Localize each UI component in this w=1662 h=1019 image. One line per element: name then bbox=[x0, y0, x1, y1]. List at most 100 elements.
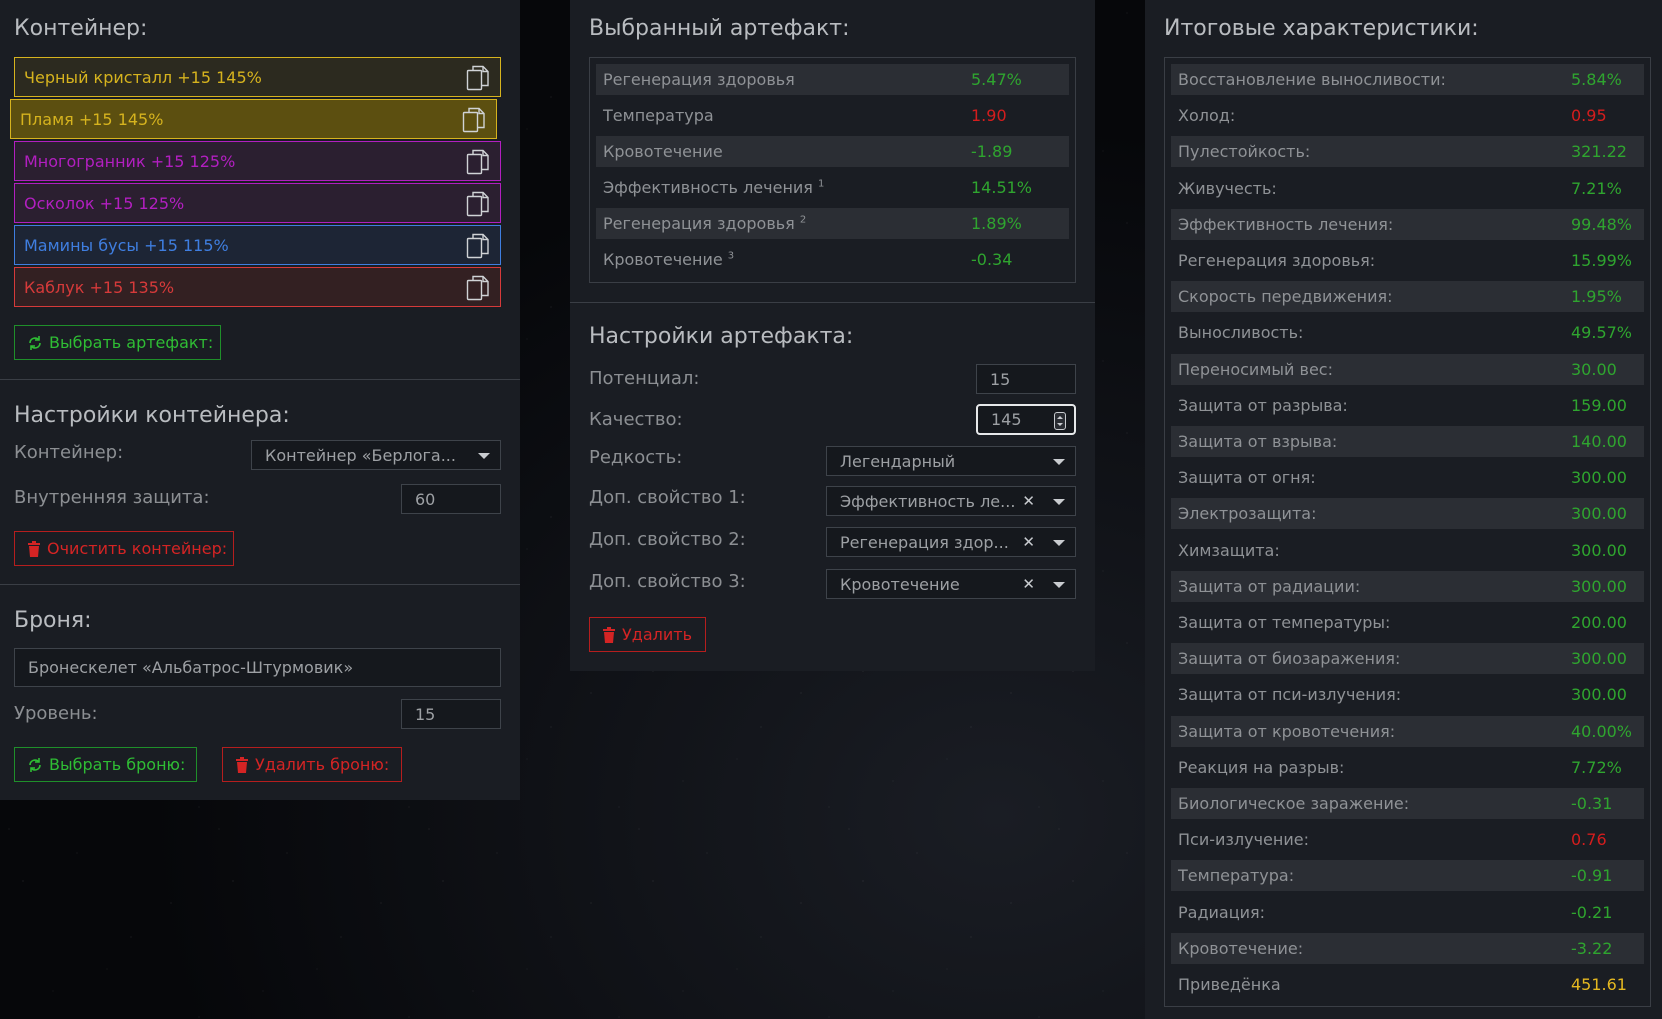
potential-input[interactable]: 15 bbox=[976, 364, 1076, 394]
stat-row: Регенерация здоровья 5.47% bbox=[596, 64, 1069, 95]
total-stat-value: 5.84% bbox=[1571, 70, 1622, 89]
stat-name: Кровотечение 3 bbox=[603, 250, 735, 269]
artifact-item[interactable]: Мамины бусы +15 115% bbox=[14, 225, 501, 265]
armor-title: Броня: bbox=[14, 608, 92, 633]
clear-container-button[interactable]: Очистить контейнер: bbox=[14, 531, 234, 566]
artifact-item[interactable]: Многогранник +15 125% bbox=[14, 141, 501, 181]
total-stat-name: Защита от пси-излучения: bbox=[1178, 685, 1402, 705]
total-stat-value: 0.95 bbox=[1571, 106, 1607, 126]
total-stat-value: 99.48% bbox=[1571, 214, 1633, 234]
armor-input[interactable]: Бронескелет «Альбатрос-Штурмовик» bbox=[14, 648, 501, 687]
prop3-select[interactable]: Кровотечение ✕ bbox=[826, 569, 1076, 599]
inner-protection-input[interactable]: 60 bbox=[401, 484, 501, 514]
clear-icon[interactable]: ✕ bbox=[1022, 533, 1035, 551]
artifact-item-label: Мамины бусы +15 115% bbox=[24, 235, 229, 255]
delete-armor-button[interactable]: Удалить броню: bbox=[222, 747, 402, 782]
copy-icon[interactable] bbox=[466, 191, 490, 217]
artifact-item-label: Черный кристалл +15 145% bbox=[24, 67, 262, 87]
container-select[interactable]: Контейнер «Берлога... bbox=[251, 440, 501, 470]
total-stat-name: Защита от кровотечения: bbox=[1178, 721, 1396, 741]
prop2-select[interactable]: Регенерация здор... ✕ bbox=[826, 527, 1076, 557]
container-label: Контейнер: bbox=[14, 442, 124, 463]
select-armor-label: Выбрать броню: bbox=[49, 755, 186, 774]
total-stat-name: Защита от огня: bbox=[1178, 468, 1316, 488]
prop1-label: Доп. свойство 1: bbox=[589, 487, 746, 508]
total-stat-row: Пси-излучение: 0.76 bbox=[1171, 824, 1644, 855]
total-stat-name: Выносливость: bbox=[1178, 323, 1304, 343]
total-stat-value: 300.00 bbox=[1571, 540, 1627, 560]
clear-icon[interactable]: ✕ bbox=[1022, 492, 1035, 510]
total-stat-row: Защита от кровотечения: 40.00% bbox=[1171, 715, 1644, 747]
total-stat-row: Холод: 0.95 bbox=[1171, 100, 1644, 131]
artifact-item[interactable]: Черный кристалл +15 145% bbox=[14, 57, 501, 97]
total-stat-value: 300.00 bbox=[1571, 576, 1627, 596]
artifact-item-label: Пламя +15 145% bbox=[20, 109, 164, 129]
stat-name: Регенерация здоровья 2 bbox=[603, 214, 807, 233]
stat-value: 1.90 bbox=[971, 106, 1007, 125]
total-stat-row: Эффективность лечения: 99.48% bbox=[1171, 208, 1644, 240]
copy-icon[interactable] bbox=[462, 107, 486, 133]
armor-level-input[interactable]: 15 bbox=[401, 699, 501, 729]
chevron-down-icon bbox=[478, 453, 490, 459]
artifact-item-label: Осколок +15 125% bbox=[24, 193, 185, 213]
quality-input[interactable]: 145 bbox=[976, 404, 1076, 435]
total-stat-row: Выносливость: 49.57% bbox=[1171, 317, 1644, 348]
total-stat-row: Защита от температуры: 200.00 bbox=[1171, 607, 1644, 638]
total-stat-row: Приведёнка 451.61 bbox=[1171, 969, 1644, 1000]
prop1-select[interactable]: Эффективность ле... ✕ bbox=[826, 486, 1076, 516]
prop3-label: Доп. свойство 3: bbox=[589, 571, 746, 592]
clear-icon[interactable]: ✕ bbox=[1022, 575, 1035, 593]
total-stat-value: 200.00 bbox=[1571, 613, 1627, 632]
total-stat-name: Пулестойкость: bbox=[1178, 142, 1311, 162]
total-stat-name: Химзащита: bbox=[1178, 540, 1280, 560]
spinner-icon[interactable] bbox=[1054, 412, 1066, 430]
artifact-item[interactable]: Пламя +15 145% bbox=[10, 99, 497, 139]
total-stat-name: Защита от взрыва: bbox=[1178, 432, 1338, 451]
copy-icon[interactable] bbox=[466, 149, 490, 175]
total-stat-name: Регенерация здоровья: bbox=[1178, 251, 1376, 270]
copy-icon[interactable] bbox=[466, 233, 490, 259]
total-stat-row: Переносимый вес: 30.00 bbox=[1171, 353, 1644, 385]
copy-icon[interactable] bbox=[466, 65, 490, 91]
container-title: Контейнер: bbox=[14, 16, 148, 41]
stat-sup: 3 bbox=[727, 250, 735, 262]
prop2-label: Доп. свойство 2: bbox=[589, 529, 746, 550]
prop2-select-value: Регенерация здор... bbox=[840, 532, 1009, 552]
delete-artifact-button[interactable]: Удалить bbox=[589, 617, 706, 652]
total-stat-value: 7.72% bbox=[1571, 757, 1622, 777]
stat-row: Кровотечение 3 -0.34 bbox=[596, 244, 1069, 275]
total-stat-value: -0.91 bbox=[1571, 866, 1613, 886]
total-stat-row: Живучесть: 7.21% bbox=[1171, 173, 1644, 204]
stat-sup: 1 bbox=[818, 178, 825, 190]
artifact-item[interactable]: Осколок +15 125% bbox=[14, 183, 501, 223]
delete-artifact-label: Удалить bbox=[622, 625, 692, 644]
total-stat-row: Регенерация здоровья: 15.99% bbox=[1171, 245, 1644, 276]
total-stat-row: Реакция на разрыв: 7.72% bbox=[1171, 752, 1644, 783]
total-stat-row: Защита от разрыва: 159.00 bbox=[1171, 390, 1644, 421]
rarity-select[interactable]: Легендарный bbox=[826, 446, 1076, 476]
artifact-item[interactable]: Каблук +15 135% bbox=[14, 267, 501, 307]
total-stat-row: Восстановление выносливости: 5.84% bbox=[1171, 64, 1644, 95]
select-armor-button[interactable]: Выбрать броню: bbox=[14, 747, 197, 782]
copy-icon[interactable] bbox=[466, 275, 490, 301]
total-stat-name: Защита от температуры: bbox=[1178, 613, 1391, 632]
total-stat-name: Биологическое заражение: bbox=[1178, 794, 1410, 813]
total-stat-name: Восстановление выносливости: bbox=[1178, 70, 1446, 89]
stat-sup: 2 bbox=[799, 214, 807, 226]
stat-row: Кровотечение -1.89 bbox=[596, 136, 1069, 167]
total-stat-value: 30.00 bbox=[1571, 359, 1617, 379]
total-stat-row: Защита от огня: 300.00 bbox=[1171, 462, 1644, 493]
total-stat-value: 300.00 bbox=[1571, 649, 1627, 669]
refresh-icon bbox=[29, 757, 41, 772]
stat-value: 5.47% bbox=[971, 70, 1022, 89]
container-select-value: Контейнер «Берлога... bbox=[265, 445, 456, 465]
total-stat-row: Кровотечение: -3.22 bbox=[1171, 932, 1644, 964]
selected-artifact-stats: Регенерация здоровья 5.47% Температура 1.90… bbox=[589, 57, 1076, 283]
total-stat-value: 159.00 bbox=[1571, 395, 1627, 415]
total-stat-name: Кровотечение: bbox=[1178, 938, 1304, 958]
total-stat-name: Живучесть: bbox=[1178, 178, 1277, 198]
total-stat-value: -0.21 bbox=[1571, 902, 1613, 922]
select-artifact-button[interactable]: Выбрать артефакт: bbox=[14, 325, 221, 360]
total-stat-name: Радиация: bbox=[1178, 902, 1266, 922]
stat-name: Эффективность лечения 1 bbox=[603, 178, 825, 197]
